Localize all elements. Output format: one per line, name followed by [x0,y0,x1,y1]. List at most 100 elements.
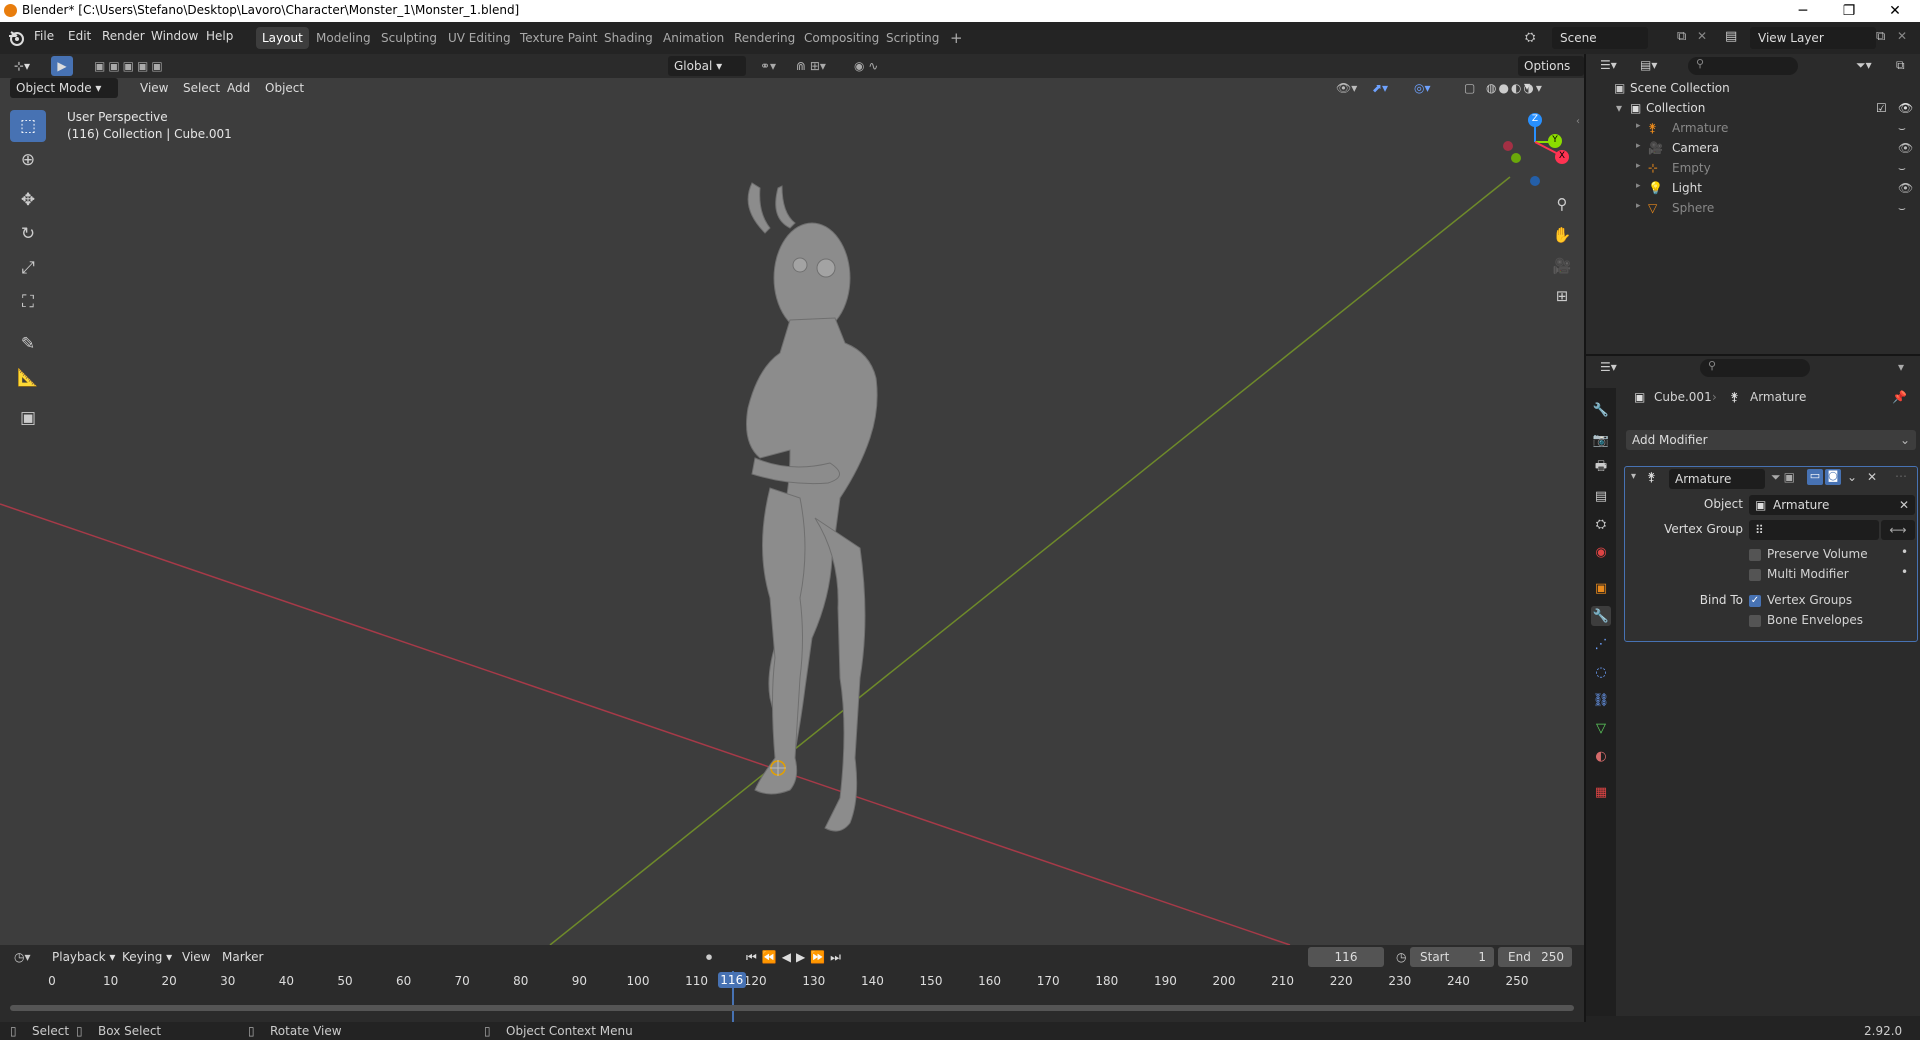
scale-icon[interactable]: ⤢ [10,252,46,284]
new-view-layer-icon[interactable]: ⧉ [1876,29,1885,44]
menu-playback[interactable]: Playback ▾ [46,947,121,967]
tab-compositing[interactable]: Compositing [798,27,885,49]
mode-dropdown[interactable]: Object Mode ▾ [10,78,118,98]
tab-layout[interactable]: Layout [256,27,309,49]
new-collection-icon[interactable]: ⧉ [1896,58,1905,73]
outliner-editor-icon[interactable]: ☰▾ [1600,58,1617,72]
pivot-icon[interactable]: ⚭▾ [754,56,782,76]
object-tab-icon[interactable]: ▣ [1591,578,1611,598]
outliner-search-input[interactable]: ⚲ [1688,57,1798,75]
view-layer-selector[interactable]: View Layer [1750,27,1876,49]
options-dropdown[interactable]: Options ▾ [1518,56,1584,93]
properties-search-input[interactable]: ⚲ [1700,359,1810,377]
menu-window[interactable]: Window [151,29,198,43]
grid-icon[interactable]: ⊞ [1550,284,1574,308]
view-layer-tab-icon[interactable]: ▤ [1591,486,1611,506]
record-icon[interactable]: ⏺ [700,947,718,967]
render-icon[interactable]: ◙ [1825,469,1841,485]
remove-scene-icon[interactable]: ✕ [1697,29,1707,43]
eye-closed-icon[interactable]: ⌣ [1898,201,1906,216]
cursor-icon[interactable]: ⊕ [10,144,46,176]
add-cube-icon[interactable]: ▣ [10,402,46,434]
multi-modifier-checkbox[interactable] [1749,569,1761,581]
pin-icon[interactable]: 📌 [1892,390,1907,404]
tab-rendering[interactable]: Rendering [728,27,801,49]
collection-checkbox-icon[interactable]: ☑ [1876,101,1887,115]
expand-collection-icon[interactable]: ▾ [1616,101,1622,115]
menu-help[interactable]: Help [206,29,233,43]
current-frame-field[interactable]: 116 [1308,947,1384,967]
menu-marker[interactable]: Marker [216,947,269,967]
start-frame-field[interactable]: Start 1 [1410,947,1494,967]
properties-options-icon[interactable]: ▾ [1898,360,1904,374]
collection-row[interactable]: ▾ ▣ Collection ☑ 👁 [1586,98,1920,118]
particles-tab-icon[interactable]: ⋰ [1591,634,1611,654]
tool-tab-icon[interactable]: 🔧 [1591,400,1611,420]
editor-type-icon[interactable]: ⊹▾ [8,56,36,76]
render-tab-icon[interactable]: 📷 [1591,430,1611,450]
camera-icon[interactable]: 🎥 [1550,254,1574,278]
tab-modeling[interactable]: Modeling [310,27,377,49]
visibility-icon[interactable]: 👁▾ [1330,78,1363,98]
overlay-toggle-icon[interactable]: ◎▾ [1408,78,1437,98]
invert-vertex-group-icon[interactable]: ⟷ [1881,520,1915,540]
zoom-icon[interactable]: ⚲ [1550,192,1574,216]
data-tab-icon[interactable]: ▽ [1591,718,1611,738]
select-mode-icon[interactable]: ▶ [51,56,73,76]
move-icon[interactable]: ✥ [10,184,46,216]
maximize-button[interactable]: ❐ [1826,0,1872,22]
measure-icon[interactable]: 📐 [10,362,46,394]
scene-icon[interactable]: ⛭ [1525,30,1541,46]
expand-item-icon[interactable]: ▸ [1636,141,1641,151]
playback-controls[interactable]: ⏮⏪◀▶⏩⏭ [740,947,852,967]
preserve-volume-checkbox[interactable] [1749,549,1761,561]
menu-edit[interactable]: Edit [68,29,91,43]
eye-icon[interactable]: 👁 [1898,141,1913,155]
tab-uv-editing[interactable]: UV Editing [442,27,517,49]
outliner-item[interactable]: ▸ ⚵ Armature ⌣ [1586,118,1920,138]
close-button[interactable]: ✕ [1872,0,1918,22]
hand-icon[interactable]: ✋ [1550,223,1574,247]
tab-scripting[interactable]: Scripting [880,27,945,49]
gizmo-toggle-icon[interactable]: ⬈▾ [1366,78,1394,98]
expand-item-icon[interactable]: ▸ [1636,181,1641,191]
clear-object-icon[interactable]: ✕ [1899,495,1909,515]
expand-item-icon[interactable]: ▸ [1636,121,1641,131]
expand-item-icon[interactable]: ▸ [1636,201,1641,211]
collection-visibility-icon[interactable]: 👁 [1898,101,1913,115]
select-box-icon[interactable]: ⬚ [10,110,46,142]
menu-object[interactable]: Object [259,78,310,98]
new-scene-icon[interactable]: ⧉ [1677,29,1686,44]
collapse-icon[interactable]: ▾ [1631,471,1636,482]
tab-shading[interactable]: Shading [598,27,659,49]
timeline-editor-icon[interactable]: ◷▾ [8,947,37,967]
drag-handle-icon[interactable]: ⋯ [1895,469,1907,483]
object-field[interactable]: ▣ Armature ✕ [1749,495,1915,515]
eye-closed-icon[interactable]: ⌣ [1898,161,1906,176]
rotate-icon[interactable]: ↻ [10,218,46,250]
menu-timeline-view[interactable]: View [176,947,216,967]
scene-tab-icon[interactable]: ⛭ [1591,514,1611,534]
menu-keying[interactable]: Keying ▾ [116,947,178,967]
scene-selector[interactable]: Scene [1552,27,1648,49]
outliner-item[interactable]: ▸ 💡 Light 👁 [1586,178,1920,198]
playhead-frame-badge[interactable]: 116 [717,972,746,988]
modifier-menu-icon[interactable]: ⌄ [1847,470,1857,484]
add-workspace-button[interactable]: + [944,27,969,49]
material-tab-icon[interactable]: ◐ [1591,746,1611,766]
constraints-tab-icon[interactable]: ⛓ [1591,690,1611,710]
gizmo-y-label[interactable]: Y [1550,135,1560,145]
outliner-item[interactable]: ▸ ▽ Sphere ⌣ [1586,198,1920,218]
blender-menu-icon[interactable] [8,30,24,46]
world-tab-icon[interactable]: ◉ [1591,542,1611,562]
end-frame-field[interactable]: End 250 [1498,947,1572,967]
delete-modifier-icon[interactable]: ✕ [1867,470,1877,484]
timeline-scrollbar[interactable] [10,1005,1574,1011]
modifier-display-icons[interactable]: ⏷▣ [1771,470,1798,485]
texture-tab-icon[interactable]: ▦ [1591,782,1611,802]
outliner-item[interactable]: ▸ 🎥 Camera 👁 [1586,138,1920,158]
annotate-icon[interactable]: ✎ [10,328,46,360]
timeline-ruler[interactable]: 0 10 20 30 40 50 60 70 80 90 100 110 120 130 140 150 160… [0,969,1584,1029]
transform-orientation-dropdown[interactable]: Global ▾ [668,56,746,76]
tab-sculpting[interactable]: Sculpting [375,27,443,49]
